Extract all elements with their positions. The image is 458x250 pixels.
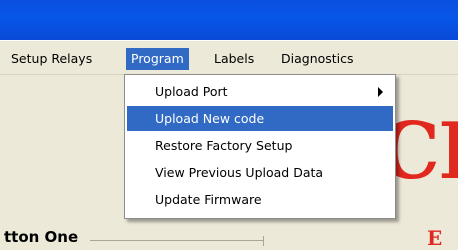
menu-diagnostics[interactable]: Diagnostics [276,48,359,70]
button-one-label: tton One [4,228,79,246]
menu-item-update-firmware[interactable]: Update Firmware [127,187,393,212]
button-one-field-edge [263,236,264,246]
menu-item-label: Update Firmware [155,192,262,207]
menu-item-label: Upload New code [155,111,265,126]
menu-item-label: Upload Port [155,84,228,99]
chevron-right-icon [378,87,383,97]
menu-item-view-previous-upload-data[interactable]: View Previous Upload Data [127,160,393,185]
menu-item-label: View Previous Upload Data [155,165,324,180]
window-titlebar[interactable] [0,0,458,40]
menu-item-restore-factory-setup[interactable]: Restore Factory Setup [127,133,393,158]
menu-labels[interactable]: Labels [209,48,259,70]
program-dropdown-menu: Upload Port Upload New code Restore Fact… [124,74,396,219]
menu-setup-relays[interactable]: Setup Relays [6,48,97,70]
menu-item-upload-new-code[interactable]: Upload New code [127,106,393,131]
menu-bar: Setup Relays Program Labels Diagnostics [0,44,458,75]
menu-item-label: Restore Factory Setup [155,138,293,153]
menu-item-upload-port[interactable]: Upload Port [127,79,393,104]
menu-program[interactable]: Program [126,48,189,70]
button-one-field-border [90,240,264,241]
brand-logo-fragment: E [427,226,443,250]
